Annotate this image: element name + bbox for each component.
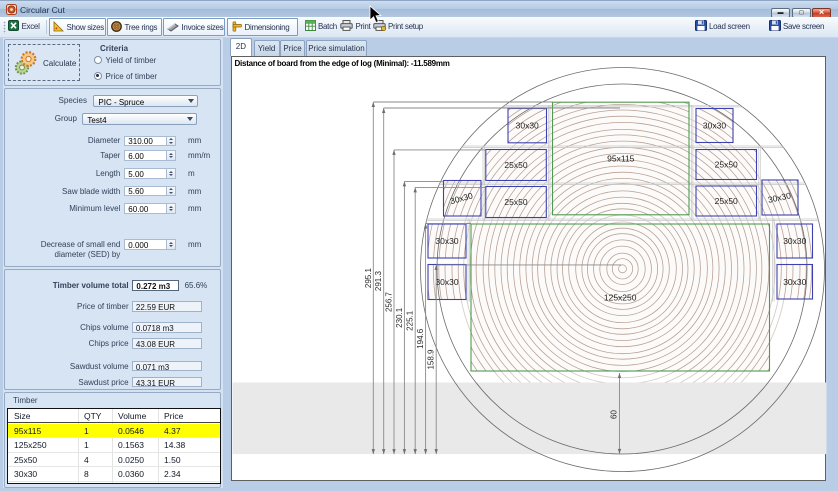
svg-text:256.7: 256.7 <box>385 291 394 312</box>
svg-text:30x30: 30x30 <box>783 236 806 246</box>
svg-text:25x50: 25x50 <box>715 159 738 169</box>
svg-text:25x50: 25x50 <box>504 197 527 207</box>
svg-text:158.9: 158.9 <box>427 348 436 369</box>
svg-text:30x30: 30x30 <box>516 120 539 130</box>
svg-text:95x115: 95x115 <box>607 153 635 163</box>
svg-text:30x30: 30x30 <box>703 120 726 130</box>
svg-text:230.1: 230.1 <box>395 307 404 328</box>
svg-text:125x250: 125x250 <box>604 292 637 302</box>
svg-text:295.1: 295.1 <box>364 267 373 288</box>
svg-text:291.3: 291.3 <box>374 270 383 291</box>
svg-text:225.1: 225.1 <box>406 310 415 331</box>
svg-text:25x50: 25x50 <box>504 160 527 170</box>
svg-text:30x30: 30x30 <box>435 236 458 246</box>
svg-text:60: 60 <box>610 409 619 418</box>
svg-text:30x30: 30x30 <box>783 276 806 286</box>
svg-text:30x30: 30x30 <box>435 277 458 287</box>
svg-text:25x50: 25x50 <box>715 196 738 206</box>
svg-text:194.6: 194.6 <box>416 328 425 349</box>
